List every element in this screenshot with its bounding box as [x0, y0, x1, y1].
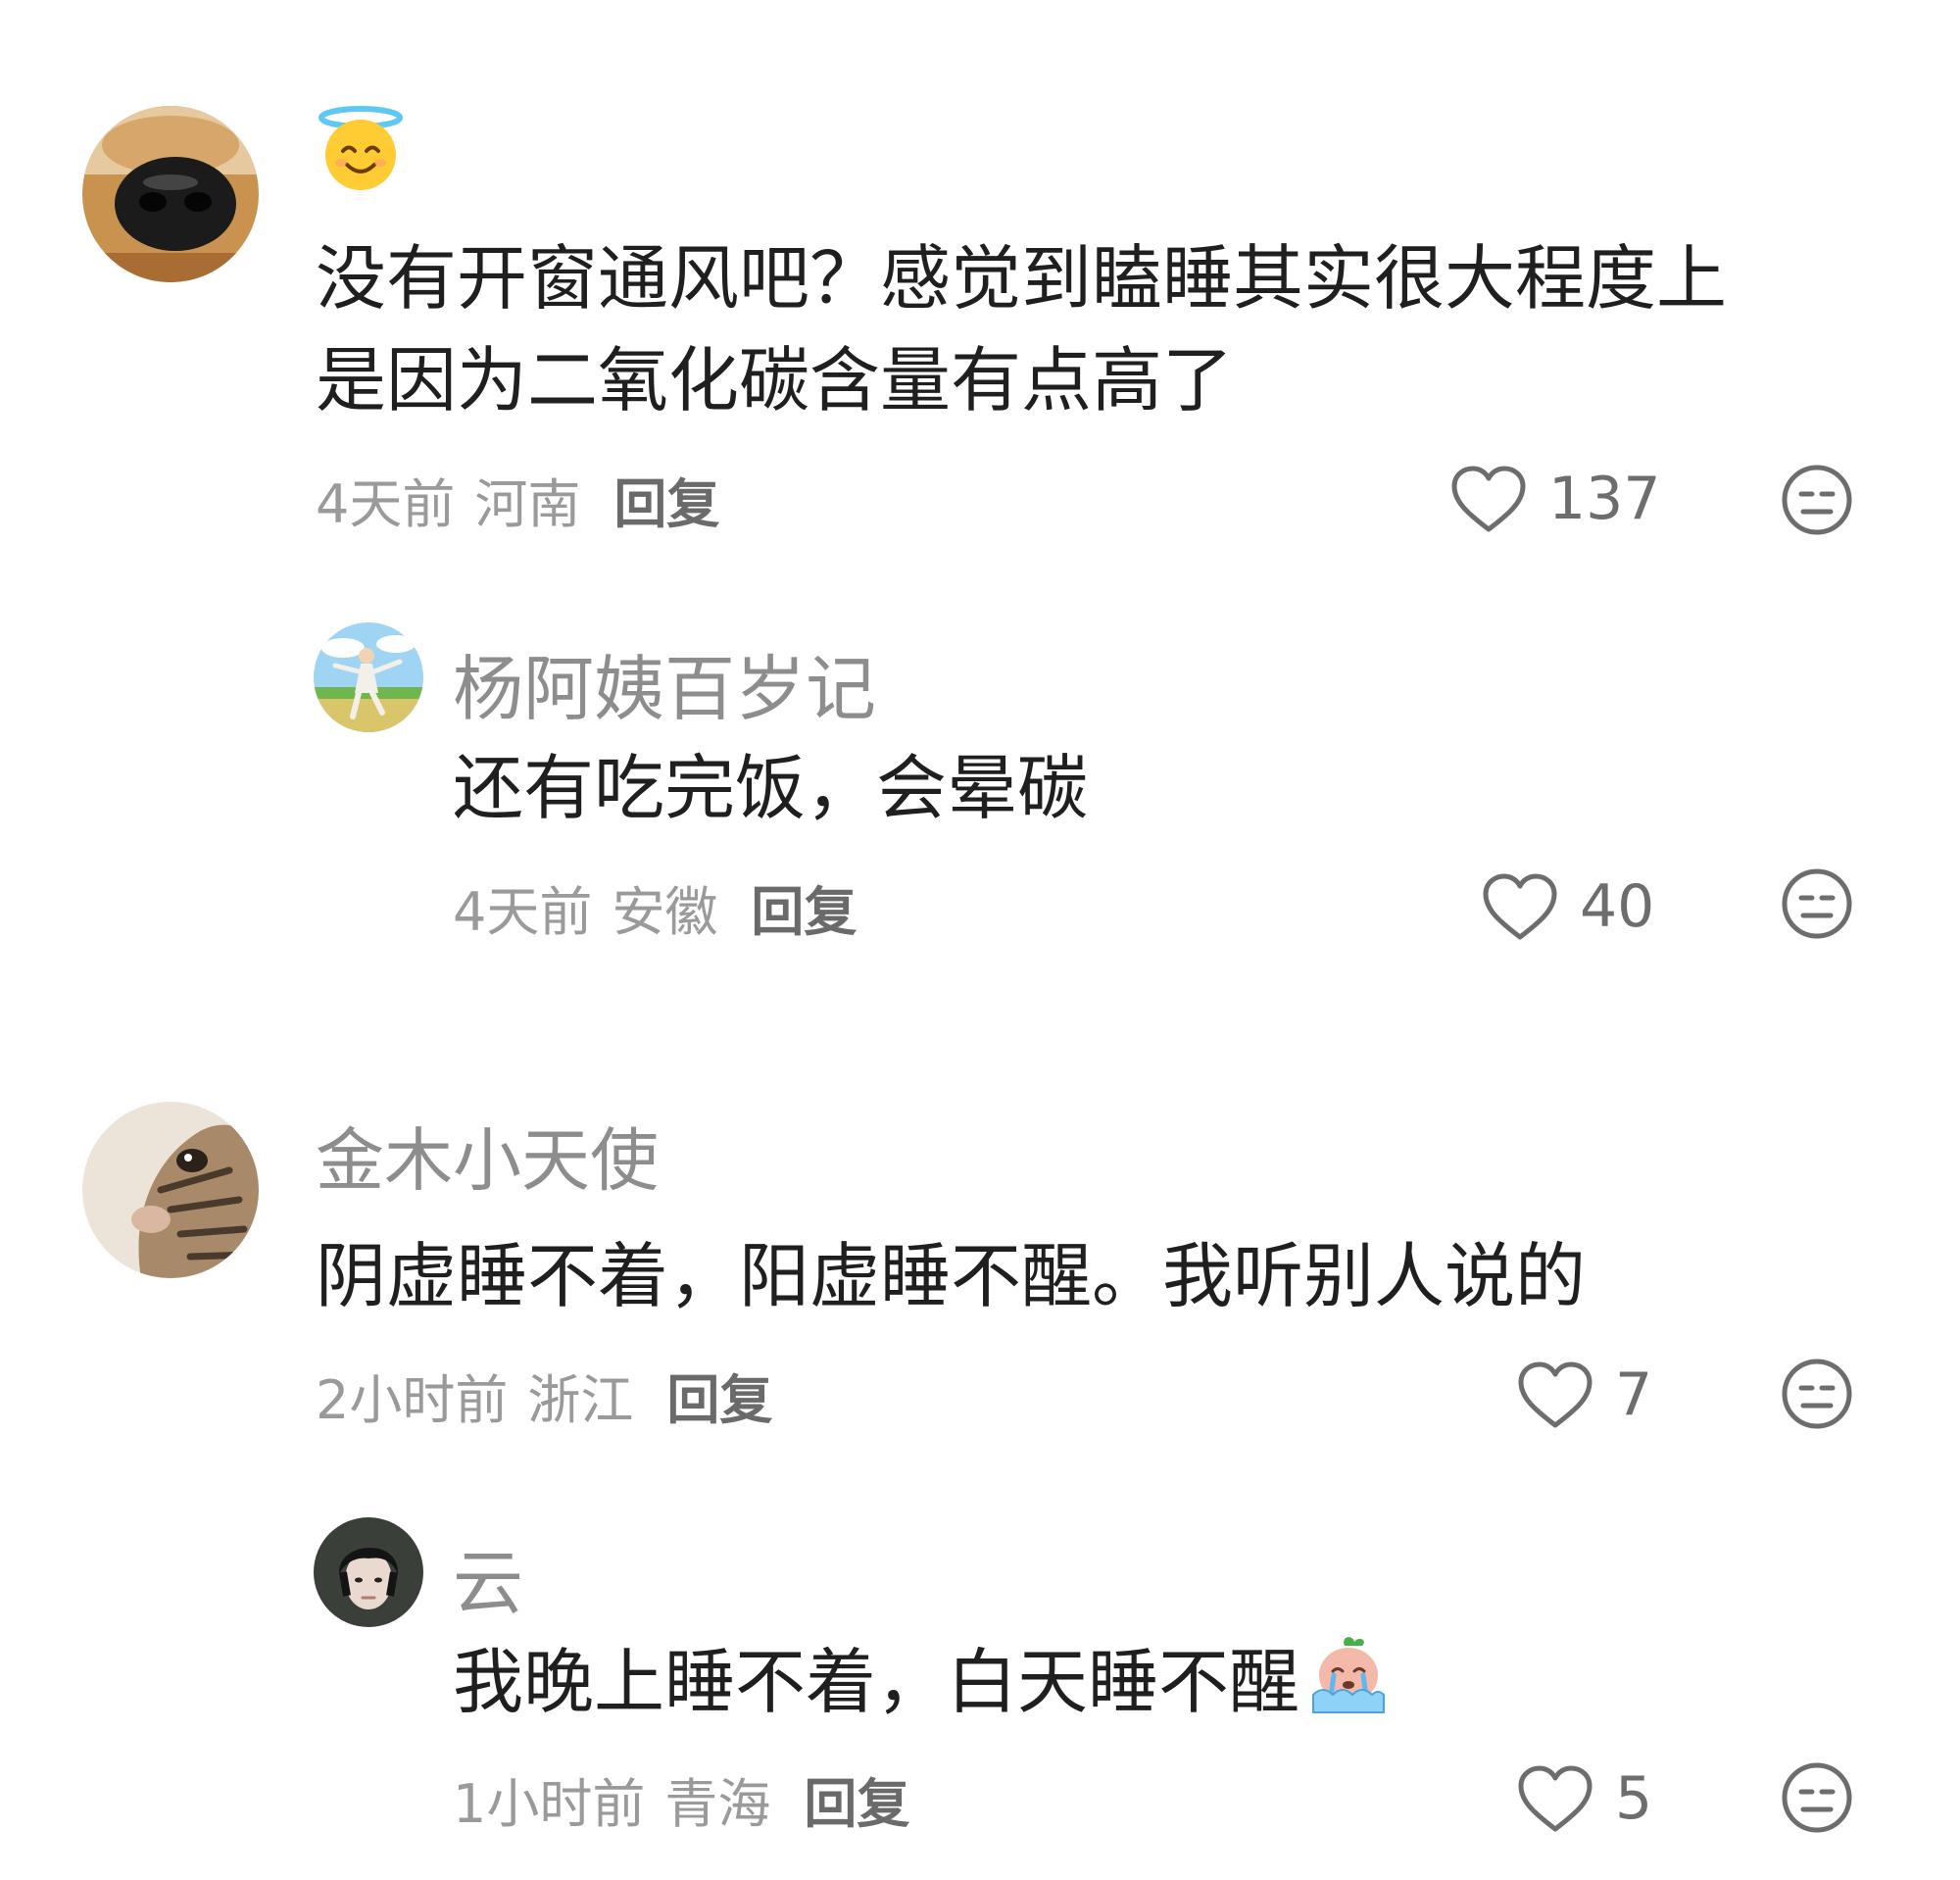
comment-meta: 4天前 安徽 回复: [453, 868, 857, 946]
like-count: 40: [1580, 872, 1655, 941]
neutral-face-icon: [1782, 868, 1852, 939]
comment-text-line: 还有吃完饭，会晕碳: [453, 747, 1089, 829]
dislike-button[interactable]: [1780, 1760, 1854, 1835]
neutral-face-icon: [1782, 1359, 1852, 1429]
avatar[interactable]: [314, 1517, 423, 1627]
reply-button[interactable]: 回复: [613, 461, 719, 538]
heart-icon: [1451, 466, 1526, 532]
location: 青海: [664, 1773, 771, 1835]
heart-icon: [1483, 873, 1557, 940]
like-count: 5: [1615, 1764, 1653, 1833]
location: 安徽: [612, 881, 718, 943]
avatar[interactable]: [82, 106, 259, 282]
reply-button[interactable]: 回复: [751, 868, 857, 946]
location: 浙江: [527, 1369, 634, 1431]
like-count: 137: [1548, 465, 1661, 533]
timestamp: 4天前: [453, 881, 593, 943]
comment-text-line: 阴虚睡不着，阳虚睡不醒。我听别人说的: [316, 1235, 1587, 1317]
neutral-face-icon: [1782, 1762, 1852, 1833]
timestamp: 4天前: [316, 473, 456, 535]
like-button[interactable]: 137: [1450, 465, 1661, 533]
comment-text-line: 是因为二氧化碳含量有点高了: [316, 339, 1234, 421]
like-button[interactable]: 5: [1517, 1764, 1652, 1833]
dislike-button[interactable]: [1780, 463, 1854, 537]
like-count: 7: [1615, 1361, 1653, 1429]
dislike-button[interactable]: [1780, 1357, 1854, 1431]
username[interactable]: 杨阿姨百岁记: [453, 631, 876, 734]
username[interactable]: 云: [453, 1525, 523, 1628]
avatar[interactable]: [82, 1102, 259, 1278]
crying-peach-sticker-icon: [1312, 1637, 1386, 1713]
location: 河南: [474, 473, 581, 535]
comment-meta: 1小时前 青海 回复: [453, 1760, 909, 1838]
comment-text: 我晚上睡不着，白天睡不醒: [453, 1641, 1300, 1723]
neutral-face-icon: [1782, 465, 1852, 535]
like-button[interactable]: 7: [1517, 1361, 1652, 1429]
dislike-button[interactable]: [1780, 866, 1854, 941]
comment-meta: 4天前 河南 回复: [316, 461, 719, 538]
avatar[interactable]: [314, 622, 423, 732]
heart-icon: [1518, 1765, 1592, 1832]
username-emoji-icon: [316, 106, 406, 192]
like-button[interactable]: 40: [1482, 872, 1654, 941]
reply-button[interactable]: 回复: [804, 1760, 909, 1838]
comment-text-line: 我晚上睡不着，白天睡不醒: [453, 1631, 1392, 1733]
heart-icon: [1518, 1361, 1592, 1428]
timestamp: 2小时前: [316, 1369, 509, 1431]
reply-button[interactable]: 回复: [666, 1357, 772, 1434]
timestamp: 1小时前: [453, 1773, 646, 1835]
comment-meta: 2小时前 浙江 回复: [316, 1357, 772, 1434]
comment-text-line: 没有开窗通风吧？感觉到瞌睡其实很大程度上: [316, 237, 1728, 320]
username[interactable]: 金木小天使: [316, 1106, 659, 1205]
